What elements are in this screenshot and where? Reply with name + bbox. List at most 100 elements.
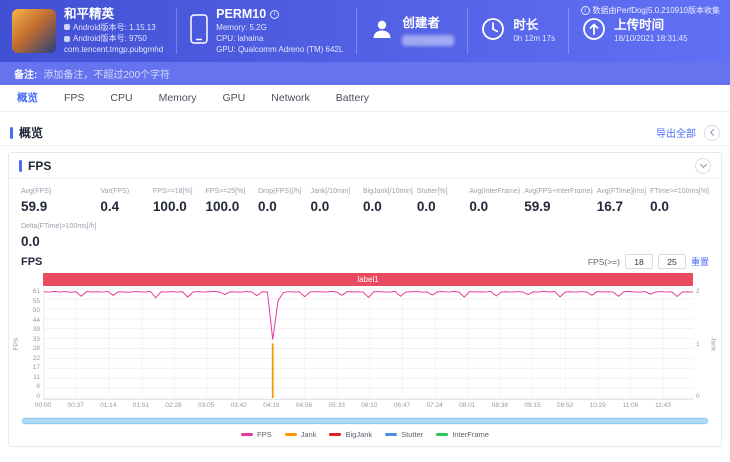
overview-section-header: 概览 导出全部 (0, 120, 730, 146)
game-title: 和平精英 (64, 6, 115, 21)
metric-label: BigJank[/10min] (363, 188, 413, 195)
collapse-panel-button[interactable] (695, 157, 711, 174)
clock-icon (481, 17, 505, 46)
legend-item-bigjank[interactable]: BigJank (329, 430, 372, 439)
device-info-icon[interactable]: i (270, 9, 280, 19)
fps-threshold-label: FPS(>=) (587, 256, 620, 267)
chart-band-label1: label1 (43, 273, 693, 286)
x-tick-label: 02:28 (165, 402, 182, 409)
collapse-side-button[interactable] (704, 124, 720, 141)
tab-network[interactable]: Network (258, 85, 323, 112)
fps-panel-title: FPS (28, 158, 52, 173)
y-tick-left: 50 (32, 307, 40, 315)
metric-label: Var(FPS) (100, 188, 130, 195)
device-cpu: CPU: lahaina (216, 33, 264, 43)
legend-label: InterFrame (452, 430, 489, 439)
x-tick-label: 00:00 (34, 402, 52, 409)
scrollbar-thumb[interactable] (22, 418, 708, 424)
tab-cpu[interactable]: CPU (97, 85, 145, 112)
metric-cell: Jank[/10min] 0.0 (311, 188, 360, 214)
metric-cell: Delta(FTime)>100ms[/h] 0.0 (21, 223, 96, 249)
note-bar[interactable]: 备注: 添加备注，不超过200个字符 (0, 62, 730, 85)
chart-scrollbar[interactable] (21, 417, 709, 425)
tab-battery[interactable]: Battery (323, 85, 382, 112)
metric-label: Jank[/10min] (310, 188, 351, 195)
fps-threshold-input-1[interactable] (624, 254, 653, 269)
fps-card-header: FPS (9, 153, 721, 179)
note-placeholder[interactable]: 添加备注，不超过200个字符 (43, 66, 170, 81)
metric-value: 0.0 (650, 199, 669, 214)
metric-label: Drop(FPS)[/h] (257, 188, 302, 195)
android-version: Android版本号: 1.15.13 (73, 22, 156, 32)
metric-label: Avg(FTime)[ms] (596, 188, 647, 195)
session-header: 和平精英 Android版本号: 1.15.13 Android版本号: 975… (0, 0, 730, 62)
y-axis-left: 61 55 50 44 39 33 28 22 17 11 6 0 (21, 288, 43, 400)
x-tick-label: 04:19 (263, 402, 280, 409)
x-tick-label: 03:42 (230, 402, 247, 409)
chevron-down-icon (699, 160, 707, 169)
metric-label: Avg(FPS+InterFrame) (524, 188, 593, 195)
metric-cell: FPS>=18[%] 100.0 (153, 188, 202, 214)
x-axis: 00:00 00:37 01:14 01:51 02:28 03:05 03:42 04:19… (35, 402, 693, 413)
y-tick-left: 28 (32, 345, 40, 353)
x-tick-label: 11:43 (655, 402, 671, 409)
tab-overview[interactable]: 概览 (4, 85, 51, 112)
tab-bar: 概览 FPS CPU Memory GPU Network Battery (0, 85, 730, 112)
legend-label: Stutter (401, 430, 424, 439)
metric-value: 16.7 (596, 199, 624, 214)
creator-label: 创建者 (402, 16, 440, 30)
creator-name-blurred (402, 35, 455, 46)
fps-chart: FPS 61 55 50 44 39 33 28 22 17 11 6 0 210 Jank (9, 288, 721, 400)
export-all-link[interactable]: 导出全部 (656, 125, 696, 140)
y-tick-left: 55 (32, 297, 40, 305)
info-icon: i (580, 6, 590, 15)
overview-title: 概览 (19, 126, 44, 140)
x-tick-label: 08:01 (459, 402, 476, 409)
y-axis-title-left: FPS (12, 337, 20, 351)
fps-threshold-input-2[interactable] (657, 254, 686, 269)
metric-value: 0.0 (310, 199, 330, 214)
x-tick-label: 10:29 (589, 402, 606, 409)
fps-plot (43, 288, 693, 400)
y-tick-left: 22 (32, 354, 40, 362)
legend-swatch (385, 433, 398, 436)
legend-item-interframe[interactable]: InterFrame (436, 430, 489, 439)
metric-label: Stutter[%] (416, 188, 448, 195)
device-info-section: PERM10 i Memory: 5.2G CPU: lahaina GPU: Q… (176, 7, 356, 54)
game-thumbnail (12, 9, 56, 53)
legend-item-fps[interactable]: FPS (241, 430, 272, 439)
upload-clock-icon (582, 17, 606, 46)
metric-cell: Drop(FPS)[/h] 0.0 (258, 188, 307, 214)
android-build: Android版本号: 9750 (73, 33, 147, 43)
note-label: 备注: (14, 70, 38, 81)
x-tick-label: 09:52 (556, 402, 574, 409)
metric-label: FPS>=18[%] (152, 188, 193, 195)
metric-cell: Avg(FPS+InterFrame) 59.9 (524, 188, 593, 214)
package-name: com.tencent.tmgp.pubgmhd (64, 45, 164, 55)
tab-gpu[interactable]: GPU (210, 85, 259, 112)
legend-swatch (241, 433, 254, 436)
tab-fps[interactable]: FPS (51, 85, 97, 112)
legend-item-stutter[interactable]: Stutter (385, 430, 423, 439)
fps-card: FPS Avg(FPS) 59.9 Var(FPS) 0.4 FPS>=18[%] 100… (8, 152, 722, 447)
legend-swatch (329, 433, 342, 436)
tab-memory[interactable]: Memory (146, 85, 210, 112)
collector-text: 数据由PerfDog|5.0.210910版本收集 (592, 6, 720, 15)
metric-cell: FPS>=25[%] 100.0 (205, 188, 254, 214)
section-accent-bar (10, 126, 13, 139)
y-tick-left: 33 (32, 335, 40, 343)
legend-swatch (284, 433, 297, 436)
x-tick-label: 05:33 (328, 402, 345, 409)
x-tick-label: 06:10 (361, 402, 378, 409)
chart-title: FPS (21, 255, 43, 268)
device-memory: Memory: 5.2G (216, 22, 267, 32)
metric-value: 0.0 (21, 234, 40, 249)
app-info-section: 和平精英 Android版本号: 1.15.13 Android版本号: 975… (8, 6, 176, 55)
y-tick-left: 17 (32, 364, 40, 372)
metric-label: Avg(InterFrame) (469, 188, 521, 195)
reset-button[interactable]: 重置 (691, 255, 709, 268)
x-tick-label: 01:51 (132, 402, 150, 409)
upload-time-label: 上传时间 (614, 17, 665, 32)
legend-item-jank[interactable]: Jank (284, 430, 316, 439)
y-tick-right: 2 (696, 288, 700, 295)
